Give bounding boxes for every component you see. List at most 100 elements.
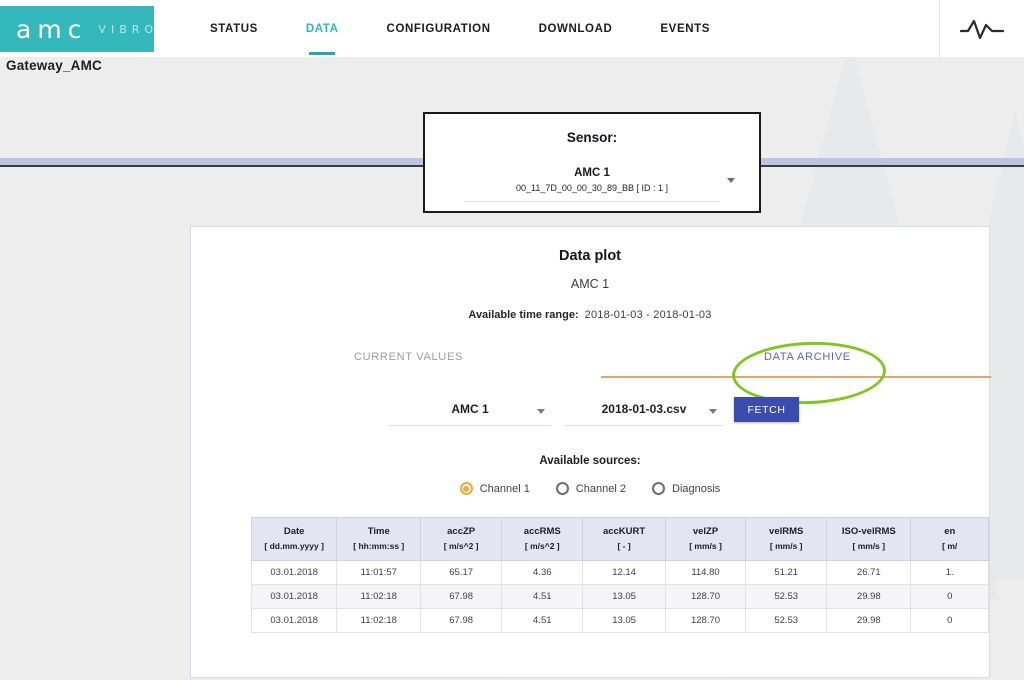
cell-velrms: 51.21 <box>745 560 828 585</box>
card-subtitle: AMC 1 <box>570 277 610 291</box>
column-unit-iso-velrms: [ mm/s ] <box>852 541 886 551</box>
available-sources-group: Channel 1 Channel 2 Diagnosis <box>191 482 989 495</box>
measurement-table: Date [ dd.mm.yyyy ] Time [ hh:mm:ss ] ac… <box>251 517 989 633</box>
column-header-date: Date [ dd.mm.yyyy ] <box>251 517 338 561</box>
tab-current-values[interactable]: CURRENT VALUES <box>354 351 463 363</box>
column-header-iso-velrms: ISO-velRMS [ mm/s ] <box>826 517 912 561</box>
cell-acckurt: 13.05 <box>582 584 666 609</box>
column-header-env: en [ m/ <box>910 517 989 561</box>
sensor-dropdown-value: AMC 1 <box>451 402 489 416</box>
column-name-env: en <box>944 526 956 537</box>
cell-time: 11:01:57 <box>336 560 422 585</box>
table-body: 03.01.2018 11:01:57 65.17 4.36 12.14 114… <box>251 560 989 633</box>
column-unit-accrms: [ m/s^2 ] <box>524 541 560 551</box>
column-header-acczp: accZP [ m/s^2 ] <box>420 517 503 561</box>
column-header-accrms: accRMS [ m/s^2 ] <box>501 517 584 561</box>
radio-channel-1-label: Channel 1 <box>479 482 530 495</box>
cell-velzp: 128.70 <box>664 584 747 609</box>
nav-item-data[interactable]: DATA <box>282 0 363 57</box>
cell-velzp: 128.70 <box>664 608 747 633</box>
cell-date: 03.01.2018 <box>251 608 338 633</box>
column-name-acczp: accZP <box>447 526 476 537</box>
cell-velrms: 52.53 <box>745 608 828 633</box>
table-row[interactable]: 03.01.2018 11:02:18 67.98 4.51 13.05 128… <box>251 584 989 609</box>
column-header-velrms: velRMS [ mm/s ] <box>745 517 828 561</box>
cell-accrms: 4.36 <box>501 560 584 585</box>
column-name-time: Time <box>367 526 390 537</box>
cell-acczp: 65.17 <box>420 560 503 585</box>
cell-iso-velrms: 29.98 <box>826 608 912 633</box>
sensor-selected-mac: 00_11_7D_00_00_30_89_BB [ ID : 1 ] <box>516 183 668 193</box>
nav-item-events[interactable]: EVENTS <box>636 0 734 57</box>
logo-text-vibro: VIBRO <box>98 22 159 36</box>
column-unit-env: [ m/ <box>942 541 958 551</box>
column-name-velzp: velZP <box>692 526 719 537</box>
cell-env: 0 <box>910 584 989 609</box>
available-time-range: Available time range: 2018-01-03 - 2018-0… <box>191 309 989 321</box>
measurement-table-wrapper[interactable]: Date [ dd.mm.yyyy ] Time [ hh:mm:ss ] ac… <box>251 517 989 633</box>
waveform-pulse-icon-button[interactable] <box>939 0 1024 57</box>
gateway-name-label: Gateway_AMC <box>6 58 102 73</box>
logo-text-amc: amc <box>16 14 88 44</box>
table-row[interactable]: 03.01.2018 11:01:57 65.17 4.36 12.14 114… <box>251 560 989 585</box>
column-header-time: Time [ hh:mm:ss ] <box>336 517 422 561</box>
column-name-velrms: velRMS <box>769 526 804 537</box>
sensor-panel-title: Sensor: <box>566 130 618 145</box>
fetch-button[interactable]: FETCH <box>734 397 799 422</box>
cell-env: 1. <box>910 560 989 585</box>
time-range-label: Available time range: <box>468 309 579 321</box>
app-logo[interactable]: amc VIBRO <box>0 6 154 52</box>
column-unit-velrms: [ mm/s ] <box>769 541 803 551</box>
cell-iso-velrms: 26.71 <box>826 560 912 585</box>
page-title: Data plot <box>558 248 622 264</box>
nav-item-configuration[interactable]: CONFIGURATION <box>363 0 515 57</box>
cell-acckurt: 12.14 <box>582 560 666 585</box>
sensor-panel: Sensor: AMC 1 00_11_7D_00_00_30_89_BB [ … <box>423 112 761 213</box>
column-unit-velzp: [ mm/s ] <box>689 541 722 551</box>
radio-channel-2-label: Channel 2 <box>575 482 626 495</box>
cell-iso-velrms: 29.98 <box>826 584 912 609</box>
cell-date: 03.01.2018 <box>251 584 338 609</box>
top-navigation-bar: amc VIBRO STATUS DATA CONFIGURATION DOWN… <box>0 0 1024 57</box>
radio-selected-icon <box>459 482 473 495</box>
nav-item-download[interactable]: DOWNLOAD <box>515 0 637 57</box>
nav-item-status[interactable]: STATUS <box>186 0 282 57</box>
cell-velrms: 52.53 <box>745 584 828 609</box>
radio-channel-1[interactable]: Channel 1 <box>459 482 530 495</box>
column-name-accrms: accRMS <box>523 526 561 537</box>
cell-time: 11:02:18 <box>336 608 422 633</box>
column-unit-acckurt: [ - ] <box>617 541 631 551</box>
radio-unselected-icon <box>652 482 665 495</box>
table-head: Date [ dd.mm.yyyy ] Time [ hh:mm:ss ] ac… <box>251 517 989 561</box>
radio-diagnosis[interactable]: Diagnosis <box>652 482 720 495</box>
sensor-dropdown[interactable]: AMC 1 <box>389 399 551 426</box>
column-name-date: Date <box>283 526 305 537</box>
cell-velzp: 114.80 <box>664 560 747 585</box>
file-dropdown-value: 2018-01-03.csv <box>601 402 687 416</box>
file-dropdown[interactable]: 2018-01-03.csv <box>565 399 723 426</box>
column-name-iso-velrms: ISO-velRMS <box>841 526 896 537</box>
cell-env: 0 <box>910 608 989 633</box>
sensor-selected-name: AMC 1 <box>574 167 610 179</box>
cell-acczp: 67.98 <box>420 584 503 609</box>
cell-accrms: 4.51 <box>501 584 584 609</box>
cell-date: 03.01.2018 <box>251 560 338 585</box>
column-header-acckurt: accKURT [ - ] <box>582 517 666 561</box>
data-source-tabs: CURRENT VALUES DATA ARCHIVE <box>201 339 991 407</box>
cell-time: 11:02:18 <box>336 584 422 609</box>
sensor-select-dropdown[interactable]: AMC 1 00_11_7D_00_00_30_89_BB [ ID : 1 ] <box>465 166 735 202</box>
cell-accrms: 4.51 <box>501 608 584 633</box>
main-nav: STATUS DATA CONFIGURATION DOWNLOAD EVENT… <box>186 0 734 57</box>
table-row[interactable]: 03.01.2018 11:02:18 67.98 4.51 13.05 128… <box>251 608 989 633</box>
waveform-pulse-icon <box>959 19 1005 39</box>
radio-diagnosis-label: Diagnosis <box>672 482 721 495</box>
radio-channel-2[interactable]: Channel 2 <box>555 482 626 495</box>
column-name-acckurt: accKURT <box>602 526 646 537</box>
available-sources-label: Available sources: <box>539 455 641 467</box>
data-plot-card: Data plot AMC 1 Available time range: 201… <box>190 226 991 678</box>
column-unit-acczp: [ m/s^2 ] <box>443 541 479 551</box>
chevron-down-icon <box>727 178 735 183</box>
column-unit-time: [ hh:mm:ss ] <box>353 541 405 551</box>
column-header-velzp: velZP [ mm/s ] <box>664 517 747 561</box>
cell-acczp: 67.98 <box>420 608 503 633</box>
